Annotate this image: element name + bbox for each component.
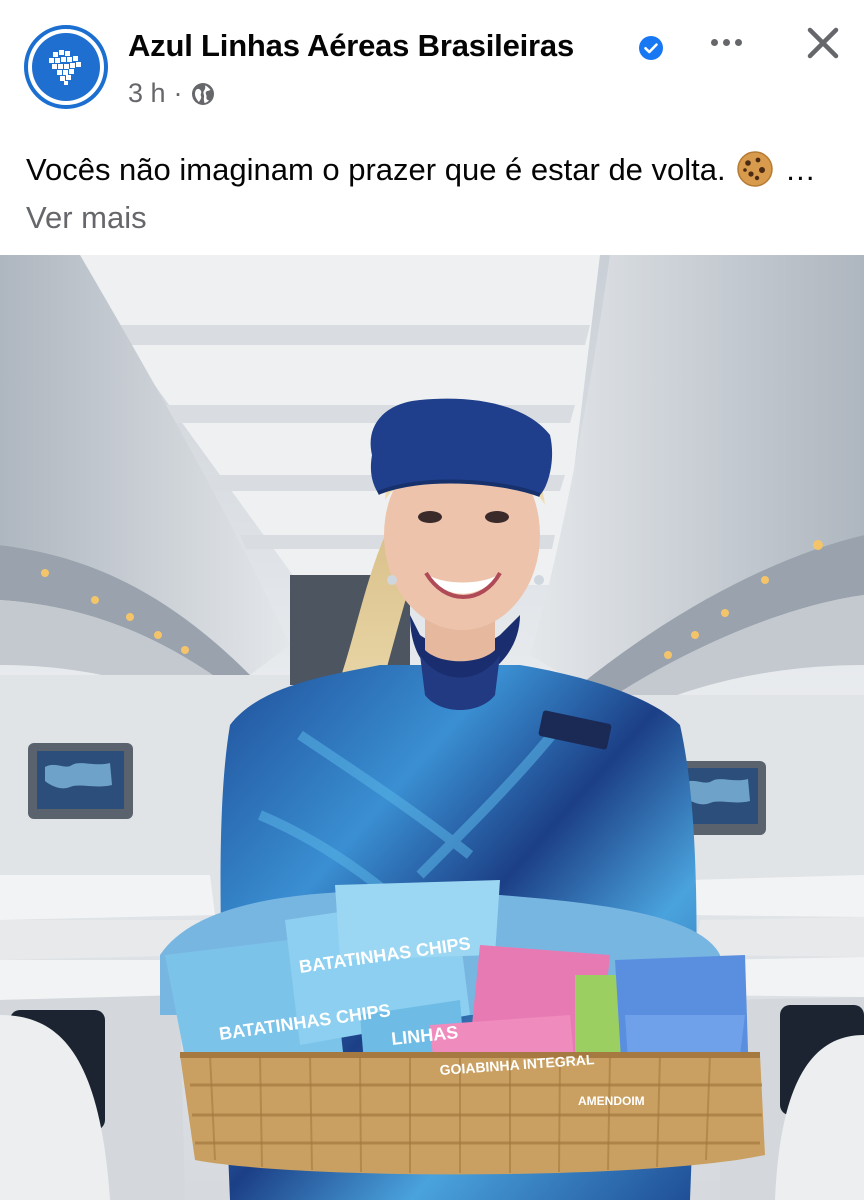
azul-logo-icon	[32, 33, 100, 101]
caption-text: Vocês não imaginam o prazer que é estar …	[26, 152, 726, 187]
post-meta: 3 h ·	[128, 78, 215, 109]
see-more-link[interactable]: Ver mais	[26, 200, 147, 235]
snack-label: AMENDOIM	[578, 1094, 645, 1108]
post-caption: Vocês não imaginam o prazer que é estar …	[26, 146, 826, 242]
cookie-emoji-icon	[737, 151, 774, 187]
post-header: Azul Linhas Aéreas Brasileiras 3 h ·	[0, 0, 864, 135]
more-dot	[722, 38, 730, 46]
caption-ellipsis: …	[784, 152, 816, 187]
more-options-icon[interactable]	[700, 22, 752, 62]
page-avatar[interactable]	[24, 25, 108, 109]
close-icon[interactable]	[800, 20, 846, 66]
more-dot	[734, 38, 742, 46]
globe-icon	[191, 82, 214, 105]
post-photo[interactable]: BATATINHAS CHIPS BATATINHAS CHIPS LINHAS…	[0, 255, 864, 1200]
page-name[interactable]: Azul Linhas Aéreas Brasileiras	[128, 28, 574, 64]
meta-separator: ·	[173, 78, 183, 108]
post-time[interactable]: 3 h	[128, 78, 166, 109]
more-dot	[710, 38, 718, 46]
verified-badge-icon	[639, 36, 663, 60]
bulkhead-screen-left	[28, 743, 133, 819]
